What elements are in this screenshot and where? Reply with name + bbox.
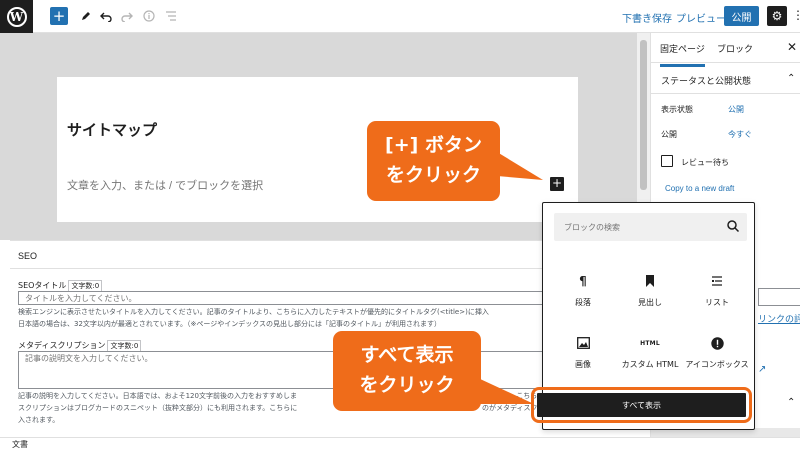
wordpress-logo-icon[interactable]: W xyxy=(0,0,33,33)
tab-page[interactable]: 固定ページ xyxy=(660,42,705,67)
tab-block[interactable]: ブロック xyxy=(717,42,753,55)
block-label: 画像 xyxy=(575,360,591,369)
block-label: 見出し xyxy=(638,298,662,307)
callout-pointer-arrow xyxy=(478,378,534,404)
details-info-icon[interactable] xyxy=(139,6,159,26)
meta-description-help-text: スクリプションはブログカードのスニペット（抜粋文部分）にも利用されます。こちらに xyxy=(18,404,298,412)
redo-icon[interactable] xyxy=(117,6,137,26)
undo-icon[interactable] xyxy=(96,6,116,26)
publish-label: 公開 xyxy=(661,130,677,139)
chevron-up-icon[interactable]: ⌃ xyxy=(787,397,795,408)
list-icon xyxy=(709,273,725,289)
publish-button[interactable]: 公開 xyxy=(724,6,759,26)
block-label: リスト xyxy=(705,298,729,307)
preview-button[interactable]: プレビュー xyxy=(676,10,726,25)
alert-icon xyxy=(709,335,725,351)
chevron-up-icon[interactable]: ⌃ xyxy=(787,73,795,84)
sidebar-partial-link[interactable]: リンクの評 xyxy=(758,312,800,325)
pending-review-label: レビュー待ち xyxy=(681,158,729,167)
callout-text: すべて表示 xyxy=(360,344,454,366)
save-draft-button[interactable]: 下書き保存 xyxy=(622,10,672,25)
settings-gear-icon[interactable]: ⚙ xyxy=(767,6,787,26)
callout-show-all: すべて表示 をクリック xyxy=(333,331,481,411)
copy-to-draft-link[interactable]: Copy to a new draft xyxy=(665,184,734,193)
footer-breadcrumb-bar: 文書 xyxy=(0,437,800,450)
html-icon: HTML xyxy=(640,339,660,347)
block-item-list[interactable]: リスト xyxy=(682,263,752,323)
show-all-highlight: すべて表示 xyxy=(531,387,752,423)
visibility-label: 表示状態 xyxy=(661,105,693,114)
top-toolbar: W + 下書き保存 プレビュー 公開 ⚙ ⋮ xyxy=(0,0,800,33)
bookmark-icon xyxy=(642,273,658,289)
visibility-value-link[interactable]: 公開 xyxy=(728,104,744,115)
meta-description-help-text: 記事の説明を入力してください。日本語では、およそ120文字前後の入力をおすすめし… xyxy=(18,392,297,400)
block-label: 段落 xyxy=(575,298,591,307)
block-label: アイコンボックス xyxy=(685,360,749,369)
show-all-button[interactable]: すべて表示 xyxy=(537,393,746,417)
block-placeholder[interactable]: 文章を入力、または / でブロックを選択 xyxy=(67,177,263,193)
callout-text: をクリック xyxy=(359,374,455,396)
callout-plus-button: [+] ボタン をクリック xyxy=(367,121,500,201)
block-search-placeholder: ブロックの検索 xyxy=(564,223,620,232)
seo-header-title: SEO xyxy=(18,251,38,261)
block-inserter-popover: ブロックの検索 ¶ 段落 見出し リスト 画像 HTML カスタム HTML ア… xyxy=(531,202,755,430)
block-item-image[interactable]: 画像 xyxy=(548,325,618,385)
breadcrumb[interactable]: 文書 xyxy=(12,439,28,450)
sidebar-input-field[interactable] xyxy=(758,288,800,306)
publish-date-link[interactable]: 今すぐ xyxy=(728,129,752,140)
pending-review-checkbox[interactable] xyxy=(661,155,673,167)
block-inserter-toggle-button[interactable]: + xyxy=(50,7,68,25)
block-item-custom-html[interactable]: HTML カスタム HTML xyxy=(615,325,685,385)
list-view-icon[interactable] xyxy=(161,6,181,26)
more-options-icon[interactable]: ⋮ xyxy=(792,8,800,22)
paragraph-icon: ¶ xyxy=(579,274,587,288)
status-section-title[interactable]: ステータスと公開状態 xyxy=(661,74,751,87)
search-icon xyxy=(727,220,740,233)
callout-text: をクリック xyxy=(385,164,481,186)
image-icon xyxy=(575,335,591,351)
sidebar-tabs: 固定ページ ブロック ✕ xyxy=(651,33,800,67)
page-title[interactable]: サイトマップ xyxy=(67,119,157,140)
divider xyxy=(651,93,800,94)
block-item-paragraph[interactable]: ¶ 段落 xyxy=(548,263,618,323)
block-item-heading[interactable]: 見出し xyxy=(615,263,685,323)
tools-pencil-icon[interactable] xyxy=(76,6,96,26)
external-link-icon[interactable]: ↗ xyxy=(758,364,766,375)
inline-add-block-button[interactable]: + xyxy=(550,177,564,191)
close-icon[interactable]: ✕ xyxy=(787,40,797,54)
callout-pointer-arrow xyxy=(497,152,543,180)
block-item-icon-box[interactable]: アイコンボックス xyxy=(682,325,752,385)
editor-scrollbar-thumb[interactable] xyxy=(640,40,647,190)
block-search-input[interactable]: ブロックの検索 xyxy=(554,213,747,241)
callout-text: [+] ボタン xyxy=(385,134,482,156)
block-label: カスタム HTML xyxy=(621,360,679,369)
